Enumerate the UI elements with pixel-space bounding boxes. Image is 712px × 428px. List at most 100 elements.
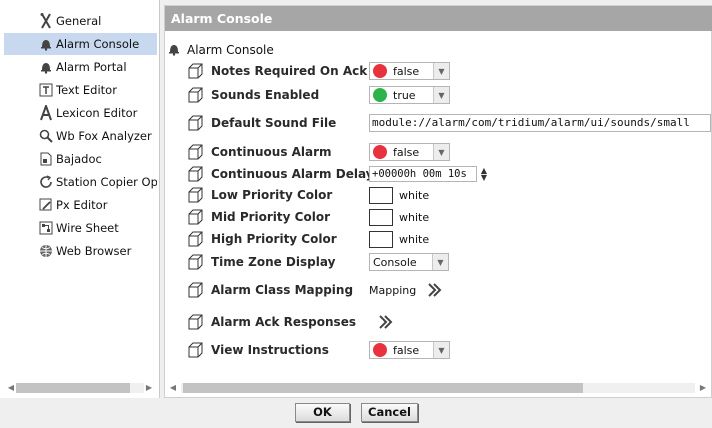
scroll-right-icon[interactable]: ▶ <box>144 383 154 393</box>
sidebar-item-label: Lexicon Editor <box>56 106 138 120</box>
refresh-icon <box>38 174 54 190</box>
property-label: Continuous Alarm <box>211 145 332 159</box>
scroll-left-icon[interactable]: ◀ <box>168 383 178 393</box>
continuous-alarm-select[interactable]: false ▼ <box>369 143 450 161</box>
property-label: Default Sound File <box>211 116 337 130</box>
sidebar-item-label: Web Browser <box>56 244 132 258</box>
sidebar-item-label: Text Editor <box>56 83 117 97</box>
property-label: Continuous Alarm Delay <box>211 167 374 181</box>
property-cube-icon <box>188 63 203 79</box>
page-title: Alarm Console <box>165 6 712 31</box>
property-row: Continuous Alarm Delay +00000h 00m 10s ▲… <box>187 164 712 184</box>
property-label: Alarm Ack Responses <box>211 315 356 329</box>
property-row: Continuous Alarm false ▼ <box>187 142 712 162</box>
property-row: Notes Required On Ack false ▼ <box>187 61 712 81</box>
property-row: Alarm Class Mapping Mapping <box>187 280 712 300</box>
property-row: Low Priority Color white <box>187 185 712 205</box>
scrollbar-thumb[interactable] <box>183 383 583 393</box>
notes-required-select[interactable]: false ▼ <box>369 62 450 80</box>
view-instructions-select[interactable]: false ▼ <box>369 341 450 359</box>
wire-sheet-icon <box>38 220 54 236</box>
document-icon <box>38 151 54 167</box>
chevron-down-icon[interactable]: ▼ <box>433 87 449 103</box>
low-priority-color-swatch[interactable] <box>369 186 393 204</box>
property-row: Alarm Ack Responses <box>187 312 712 332</box>
property-cube-icon <box>188 187 203 203</box>
color-value: white <box>399 210 430 224</box>
chevron-down-icon[interactable]: ▼ <box>433 342 449 358</box>
sidebar-item-text-editor[interactable]: Text Editor <box>4 79 157 101</box>
sidebar-item-label: Bajadoc <box>56 152 102 166</box>
bell-icon <box>38 59 54 75</box>
text-editor-icon <box>38 82 54 98</box>
sidebar-item-label: Station Copier Optic <box>56 175 157 189</box>
magnifier-icon <box>38 128 54 144</box>
property-row: Mid Priority Color white <box>187 207 712 227</box>
color-value: white <box>399 188 430 202</box>
property-cube-icon <box>188 231 203 247</box>
select-value: Console <box>373 255 417 269</box>
property-label: Notes Required On Ack <box>211 64 368 78</box>
delay-spinner-icon[interactable]: ▲ ▼ <box>479 167 489 182</box>
globe-icon <box>38 243 54 259</box>
mid-priority-color-swatch[interactable] <box>369 208 393 226</box>
scroll-right-icon[interactable]: ▶ <box>698 383 708 393</box>
property-cube-icon <box>188 314 203 330</box>
ok-button[interactable]: OK <box>295 403 350 422</box>
sidebar-item-label: Wb Fox Analyzer <box>56 129 152 143</box>
sidebar-item-alarm-console[interactable]: Alarm Console <box>4 33 157 55</box>
px-editor-icon <box>38 197 54 213</box>
property-label: Alarm Class Mapping <box>211 283 354 297</box>
property-label: Low Priority Color <box>211 188 333 202</box>
sidebar-item-alarm-portal[interactable]: Alarm Portal <box>4 56 157 78</box>
property-cube-icon <box>188 342 203 358</box>
property-cube-icon <box>188 144 203 160</box>
mapping-value: Mapping <box>369 283 417 297</box>
sounds-enabled-select[interactable]: true ▼ <box>369 86 450 104</box>
false-indicator-icon <box>373 64 387 78</box>
sidebar-item-web-browser[interactable]: Web Browser <box>4 240 157 262</box>
scrollbar-thumb[interactable] <box>16 383 130 393</box>
scroll-left-icon[interactable]: ◀ <box>6 383 16 393</box>
chevron-down-icon[interactable]: ▼ <box>433 144 449 160</box>
color-value: white <box>399 232 430 246</box>
bell-icon <box>167 42 181 59</box>
sidebar-item-label: Wire Sheet <box>56 221 119 235</box>
sidebar-item-px-editor[interactable]: Px Editor <box>4 194 157 216</box>
sidebar-item-bajadoc[interactable]: Bajadoc <box>4 148 157 170</box>
sidebar-horizontal-scrollbar[interactable]: ◀ ▶ <box>4 381 156 395</box>
time-zone-display-select[interactable]: Console ▼ <box>369 253 449 271</box>
property-cube-icon <box>188 115 203 131</box>
sidebar-item-wb-fox-analyzer[interactable]: Wb Fox Analyzer <box>4 125 157 147</box>
sidebar-item-wire-sheet[interactable]: Wire Sheet <box>4 217 157 239</box>
property-label: Mid Priority Color <box>211 210 330 224</box>
default-sound-file-input[interactable]: module://alarm/com/tridium/alarm/ui/soun… <box>369 114 711 132</box>
cancel-button[interactable]: Cancel <box>361 403 418 422</box>
expand-chevron-icon[interactable] <box>377 314 393 330</box>
select-value: false <box>393 343 420 357</box>
property-label: High Priority Color <box>211 232 337 246</box>
property-cube-icon <box>188 254 203 270</box>
chevron-down-icon[interactable]: ▼ <box>432 254 448 270</box>
expand-chevron-icon[interactable] <box>426 282 442 298</box>
tree-root[interactable]: Alarm Console <box>167 41 274 59</box>
sidebar-item-general[interactable]: General <box>4 10 157 32</box>
sidebar-item-lexicon-editor[interactable]: Lexicon Editor <box>4 102 157 124</box>
sidebar: General Alarm Console Alarm Portal Text … <box>0 0 160 398</box>
property-cube-icon <box>188 209 203 225</box>
lexicon-icon <box>38 105 54 121</box>
select-value: false <box>393 145 420 159</box>
property-row: Default Sound File module://alarm/com/tr… <box>187 113 712 133</box>
main-horizontal-scrollbar[interactable]: ◀ ▶ <box>165 381 711 395</box>
tree-root-label: Alarm Console <box>187 43 274 57</box>
sidebar-item-station-copier[interactable]: Station Copier Optic <box>4 171 157 193</box>
property-label: View Instructions <box>211 343 329 357</box>
chevron-down-icon[interactable]: ▼ <box>433 63 449 79</box>
sidebar-item-label: General <box>56 14 102 28</box>
continuous-alarm-delay-input[interactable]: +00000h 00m 10s <box>369 166 477 182</box>
property-cube-icon <box>188 87 203 103</box>
property-label: Sounds Enabled <box>211 88 320 102</box>
false-indicator-icon <box>373 343 387 357</box>
high-priority-color-swatch[interactable] <box>369 230 393 248</box>
bell-icon <box>38 36 54 52</box>
